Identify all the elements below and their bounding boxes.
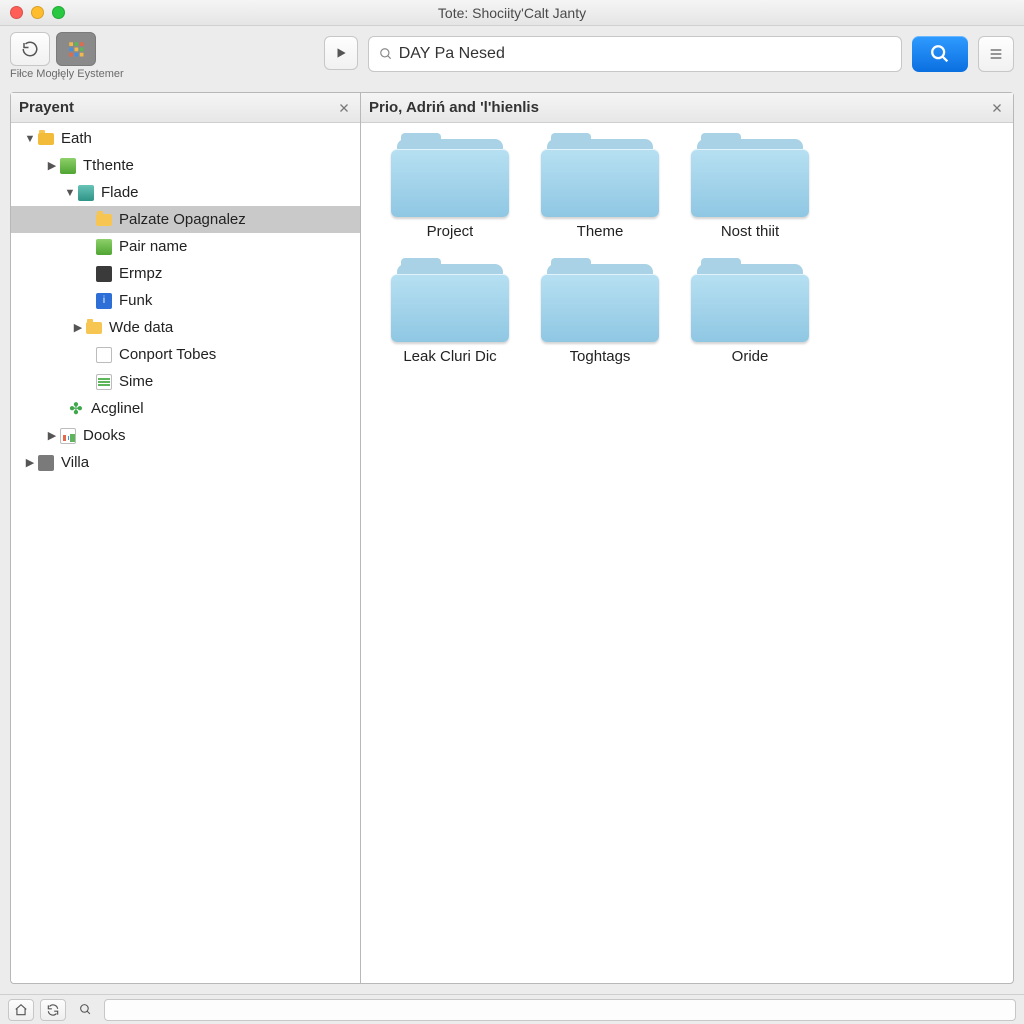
- folder-label: Nost thiit: [721, 223, 779, 240]
- tree-item-acglinel[interactable]: ✤ Acglinel: [11, 395, 360, 422]
- folder-theme[interactable]: Theme: [525, 139, 675, 240]
- chevron-down-icon[interactable]: ▼: [23, 133, 37, 145]
- chevron-down-icon[interactable]: ▼: [63, 187, 77, 199]
- tree-pane: Prayent ▼ Eath ▶ Tthente ▼: [10, 92, 360, 984]
- tree-item-funk[interactable]: i Funk: [11, 287, 360, 314]
- folder-grid: Project Theme Nost thiit Leak Cluri Dic: [361, 123, 1013, 381]
- tree-label: Flade: [101, 184, 139, 201]
- tree-label: Villa: [61, 454, 89, 471]
- app-window: Tote: Shociity'Calt Janty Fiłce Mogłęly …: [0, 0, 1024, 1024]
- tree-label: Sime: [119, 373, 153, 390]
- folder-icon: [85, 319, 103, 337]
- content-pane: Prio, Adriń and 'l'hienlis Project Theme…: [360, 92, 1014, 984]
- tree-label: Acglinel: [91, 400, 144, 417]
- info-icon: i: [95, 292, 113, 310]
- folder-icon: [691, 139, 809, 217]
- close-window-button[interactable]: [10, 6, 23, 19]
- tree-item-flade[interactable]: ▼ Flade: [11, 179, 360, 206]
- tree-item-ermpz[interactable]: Ermpz: [11, 260, 360, 287]
- statusbar: [0, 994, 1024, 1024]
- document-icon: [95, 346, 113, 364]
- chevron-right-icon[interactable]: ▶: [45, 159, 59, 172]
- chart-icon: [59, 427, 77, 445]
- folder-project[interactable]: Project: [375, 139, 525, 240]
- play-button[interactable]: [324, 36, 358, 70]
- tree-item-villa[interactable]: ▶ Villa: [11, 449, 360, 476]
- tree-item-pairname[interactable]: Pair name: [11, 233, 360, 260]
- status-path[interactable]: [104, 999, 1016, 1021]
- folder-label: Theme: [577, 223, 624, 240]
- tree-pane-header: Prayent: [11, 93, 360, 123]
- tree-item-tthente[interactable]: ▶ Tthente: [11, 152, 360, 179]
- minimize-window-button[interactable]: [31, 6, 44, 19]
- tree-label: Ermpz: [119, 265, 162, 282]
- folder-label: Project: [427, 223, 474, 240]
- refresh-button[interactable]: [10, 32, 50, 66]
- tree-label: Dooks: [83, 427, 126, 444]
- tree-label: Wde data: [109, 319, 173, 336]
- sync-button[interactable]: [40, 999, 66, 1021]
- search-icon: [379, 47, 393, 61]
- search-input[interactable]: [399, 45, 891, 63]
- window-title: Tote: Shociity'Calt Janty: [0, 5, 1024, 21]
- tree-item-palzate[interactable]: Palzate Opagnalez: [11, 206, 360, 233]
- folder-label: Leak Cluri Dic: [403, 348, 496, 365]
- folder-leak-cluri-dic[interactable]: Leak Cluri Dic: [375, 264, 525, 365]
- toolbar-left-group: Fiłce Mogłęly Eystemer: [10, 32, 124, 80]
- chevron-right-icon[interactable]: ▶: [23, 456, 37, 469]
- search-small-button[interactable]: [72, 999, 98, 1021]
- menu-button[interactable]: [978, 36, 1014, 72]
- app-icon: [59, 157, 77, 175]
- clover-icon: ✤: [67, 400, 85, 418]
- toolbar: Fiłce Mogłęly Eystemer: [0, 26, 1024, 92]
- app-icon: [77, 184, 95, 202]
- folder-oride[interactable]: Oride: [675, 264, 825, 365]
- app-icon: [95, 238, 113, 256]
- folder-icon: [541, 264, 659, 342]
- tree-pane-title: Prayent: [19, 99, 74, 116]
- chevron-right-icon[interactable]: ▶: [45, 429, 59, 442]
- folder-nost-thiit[interactable]: Nost thiit: [675, 139, 825, 240]
- tree-item-sime[interactable]: Sime: [11, 368, 360, 395]
- spreadsheet-icon: [95, 373, 113, 391]
- content-pane-header: Prio, Adriń and 'l'hienlis: [361, 93, 1013, 123]
- titlebar: Tote: Shociity'Calt Janty: [0, 0, 1024, 26]
- tree-label: Palzate Opagnalez: [119, 211, 246, 228]
- folder-label: Oride: [732, 348, 769, 365]
- disk-icon: [37, 454, 55, 472]
- folder-icon: [391, 139, 509, 217]
- window-controls: [10, 6, 65, 19]
- tree-item-dooks[interactable]: ▶ Dooks: [11, 422, 360, 449]
- tree-label: Eath: [61, 130, 92, 147]
- search-button[interactable]: [912, 36, 968, 72]
- content-pane-title: Prio, Adriń and 'l'hienlis: [369, 99, 539, 116]
- tree-pane-close-button[interactable]: [334, 98, 354, 118]
- toolbar-group-label: Fiłce Mogłęly Eystemer: [10, 68, 124, 80]
- body: Prayent ▼ Eath ▶ Tthente ▼: [0, 92, 1024, 994]
- folder-icon: [95, 211, 113, 229]
- folder-icon: [37, 130, 55, 148]
- tree-label: Conport Tobes: [119, 346, 216, 363]
- tree-label: Tthente: [83, 157, 134, 174]
- folder-label: Toghtags: [570, 348, 631, 365]
- tree-label: Funk: [119, 292, 152, 309]
- folder-icon: [391, 264, 509, 342]
- drive-icon: [95, 265, 113, 283]
- folder-toghtags[interactable]: Toghtags: [525, 264, 675, 365]
- tree-item-eath[interactable]: ▼ Eath: [11, 125, 360, 152]
- apps-button[interactable]: [56, 32, 96, 66]
- home-button[interactable]: [8, 999, 34, 1021]
- tree-item-wdedata[interactable]: ▶ Wde data: [11, 314, 360, 341]
- content-pane-close-button[interactable]: [987, 98, 1007, 118]
- folder-icon: [691, 264, 809, 342]
- tree: ▼ Eath ▶ Tthente ▼ Flade Palzate Opagnal…: [11, 123, 360, 983]
- folder-icon: [541, 139, 659, 217]
- zoom-window-button[interactable]: [52, 6, 65, 19]
- search-box[interactable]: [368, 36, 902, 72]
- chevron-right-icon[interactable]: ▶: [71, 321, 85, 334]
- tree-item-conport[interactable]: Conport Tobes: [11, 341, 360, 368]
- tree-label: Pair name: [119, 238, 187, 255]
